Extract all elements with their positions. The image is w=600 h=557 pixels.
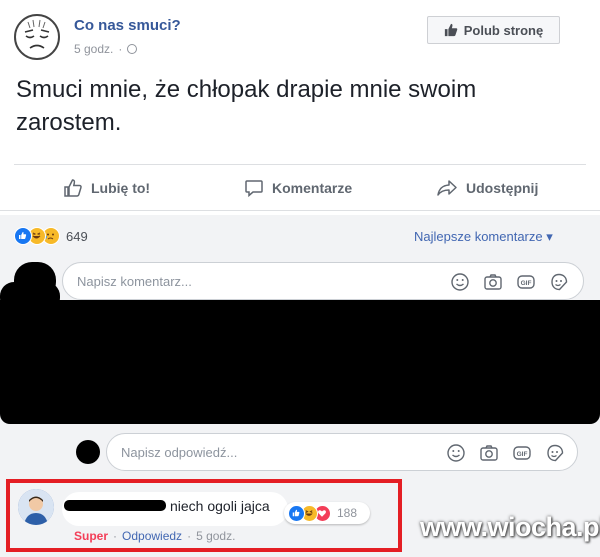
comment-sort-dropdown[interactable]: Najlepsze komentarze ▾ (414, 229, 553, 245)
camera-icon[interactable] (479, 443, 499, 463)
meta-separator: · (118, 42, 123, 56)
comment-reaction-count: 188 (337, 506, 358, 520)
post-meta: 5 godz. · (74, 42, 138, 56)
comment-label: Komentarze (272, 180, 353, 196)
globe-icon (127, 44, 138, 54)
post-timestamp[interactable]: 5 godz. (74, 42, 113, 56)
comment-input-placeholder: Napisz komentarz... (77, 273, 192, 289)
emoji-icon[interactable] (446, 443, 466, 463)
comment-reactions[interactable]: 188 (284, 502, 370, 524)
comment-actions: Super · Odpowiedz · 5 godz. (74, 529, 235, 543)
redacted-commenter-name (64, 500, 166, 511)
action-separator: · (187, 529, 192, 543)
like-button[interactable]: Lubię to! (63, 176, 150, 200)
speech-bubble-icon (245, 180, 263, 198)
gif-icon[interactable]: GIF (512, 443, 532, 463)
camera-icon[interactable] (483, 272, 503, 292)
page-name-link[interactable]: Co nas smuci? (74, 17, 181, 34)
redacted-area (0, 282, 60, 312)
comment-timestamp[interactable]: 5 godz. (196, 529, 235, 543)
divider (14, 164, 586, 165)
gif-icon[interactable]: GIF (516, 272, 536, 292)
like-page-label: Polub stronę (463, 22, 544, 38)
comment-text: niech ogoli jajca (170, 498, 270, 514)
like-reaction-icon (14, 227, 32, 245)
share-arrow-icon (437, 180, 457, 196)
emoji-icon[interactable] (450, 272, 470, 292)
thumbs-up-icon (444, 23, 458, 37)
post-text: Smuci mnie, że chłopak drapie mnie swoim… (16, 76, 477, 136)
like-reaction-icon (288, 504, 305, 522)
redacted-comment-block (0, 300, 600, 424)
reply-input-placeholder: Napisz odpowiedź... (121, 444, 238, 460)
sticker-icon[interactable] (545, 443, 565, 463)
like-page-button[interactable]: Polub stronę (427, 16, 560, 44)
reply-input-tools: GIF (446, 443, 565, 463)
page-avatar-sad-face-icon[interactable] (14, 14, 60, 60)
comment-input-tools: GIF (450, 272, 569, 292)
site-watermark: www.wiocha.pl (420, 512, 600, 542)
like-label: Lubię to! (91, 180, 151, 196)
svg-text:GIF: GIF (521, 280, 532, 287)
reactions-summary[interactable]: 649 (14, 227, 88, 245)
comment-button[interactable]: Komentarze (244, 176, 352, 200)
svg-text:GIF: GIF (517, 451, 528, 458)
section-divider (0, 210, 600, 211)
redacted-reply-avatar (76, 440, 100, 464)
reaction-count: 649 (66, 228, 88, 244)
sticker-icon[interactable] (549, 272, 569, 292)
action-separator: · (113, 529, 118, 543)
super-reaction-link[interactable]: Super (74, 529, 108, 543)
thumbs-up-outline-icon (64, 179, 82, 197)
commenter-avatar[interactable] (18, 489, 54, 525)
reply-link[interactable]: Odpowiedz (122, 529, 182, 543)
share-label: Udostępnij (466, 180, 539, 196)
share-button[interactable]: Udostępnij (436, 176, 538, 200)
